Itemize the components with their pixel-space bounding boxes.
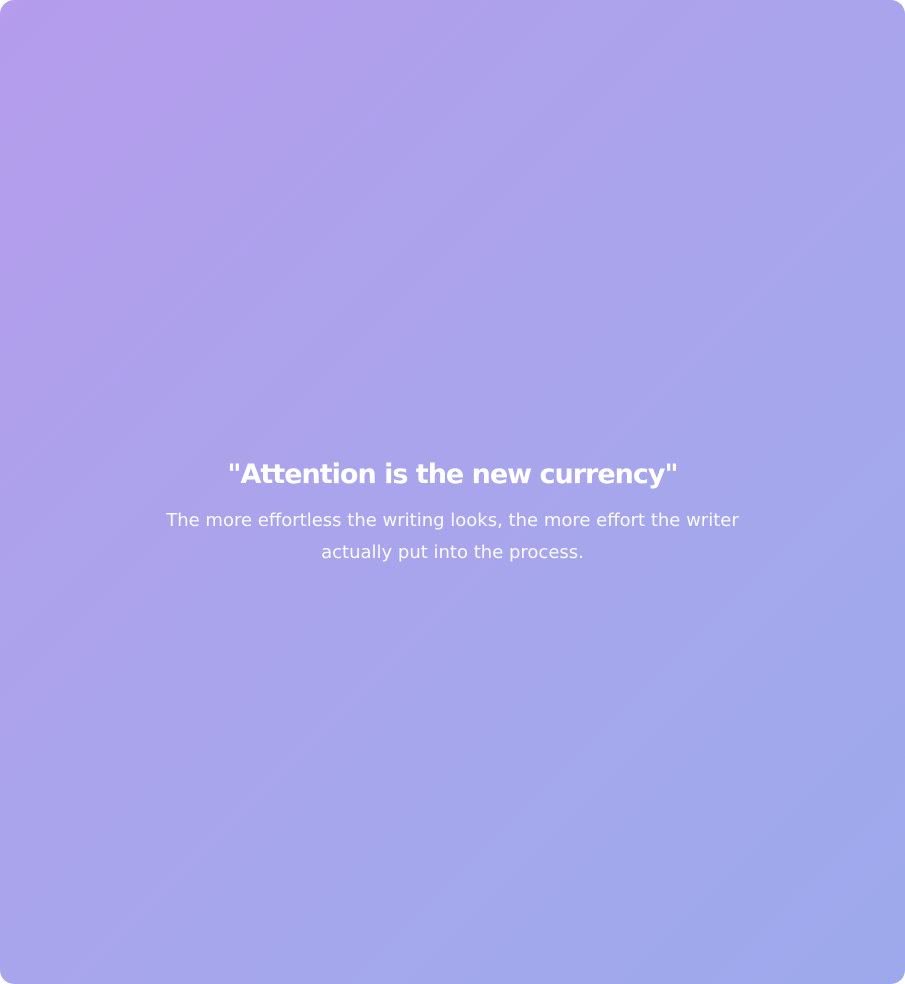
quote-body: The more effortless the writing looks, t… <box>166 510 739 563</box>
quote-card: "Attention is the new currency" The more… <box>0 0 905 984</box>
quote-block: "Attention is the new currency" The more… <box>0 455 905 569</box>
quote-title: "Attention is the new currency" <box>227 459 678 490</box>
